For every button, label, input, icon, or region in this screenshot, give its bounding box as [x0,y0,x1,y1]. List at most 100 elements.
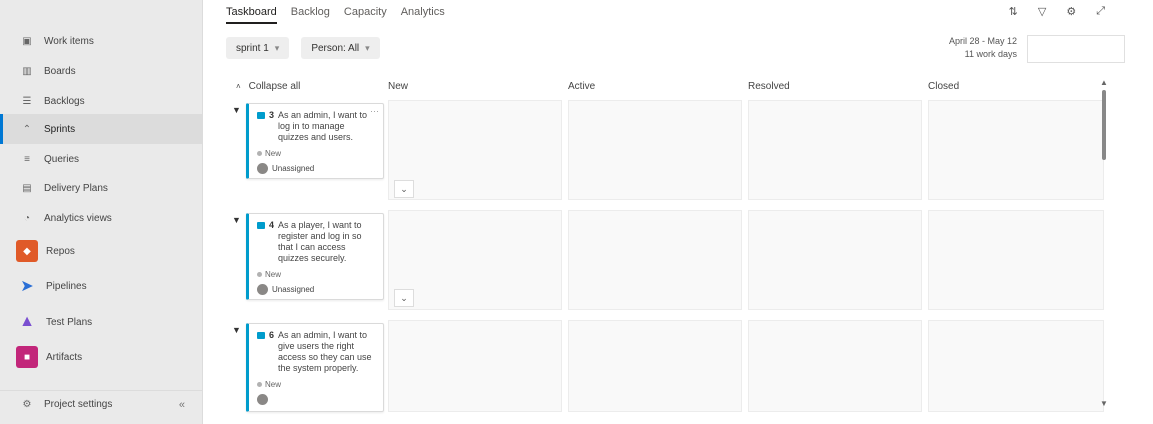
cell-resolved[interactable] [748,210,922,310]
main-content: Taskboard Backlog Capacity Analytics ⇅ ▽… [210,0,1145,418]
avatar [257,394,268,405]
sidebar-item-analytics-views[interactable]: ◔ Analytics views [0,204,203,232]
sidebar-item-artifacts[interactable]: ■ Artifacts [0,342,203,372]
more-icon[interactable]: ··· [370,106,379,116]
person-filter-label: Person: All [311,42,360,54]
sidebar-item-label: Analytics views [44,212,112,224]
gear-icon: ⚙ [22,399,32,410]
scroll-up-icon[interactable]: ▲ [1100,78,1108,87]
board-header: ˄ Collapse all New Active Resolved Close… [226,77,1126,97]
sidebar-item-boards[interactable]: ▥ Boards [0,57,203,85]
column-header-active: Active [568,81,596,92]
sidebar-item-pipelines[interactable]: ➤ Pipelines [0,271,203,301]
sidebar-item-label: Backlogs [44,95,85,107]
sidebar-item-label: Sprints [44,123,76,135]
collapse-all-label: Collapse all [248,81,301,92]
sidebar-item-label: Artifacts [46,351,83,363]
sidebar-item-backlogs[interactable]: ☰ Backlogs [0,87,203,115]
test-plans-icon: ▲ [19,313,35,330]
sidebar-item-label: Project settings [44,399,113,410]
cell-resolved[interactable] [748,320,922,412]
scroll-thumb[interactable] [1102,90,1106,160]
work-item-id: 6 [269,330,275,340]
chevron-down-icon: ▾ [365,42,370,53]
cell-new[interactable] [388,100,562,200]
work-item-state: New [265,149,282,158]
work-item-title: As a player, I want to register and log … [278,220,362,263]
cell-resolved[interactable] [748,100,922,200]
user-story-icon [257,222,265,229]
sidebar-item-overview-partial[interactable] [0,0,203,14]
cell-new[interactable] [388,210,562,310]
work-item-state: New [265,270,282,279]
avatar [257,163,268,174]
row-collapse-toggle[interactable]: ▼ [232,215,241,225]
analytics-views-icon: ◔ [23,212,31,224]
sprint-selector[interactable]: sprint 1 ▾ [226,37,290,59]
work-item-title: As an admin, I want to log in to manage … [278,110,368,142]
column-header-new: New [388,81,409,92]
sidebar-item-queries[interactable]: ≡ Queries [0,145,203,173]
cell-closed[interactable] [928,320,1104,412]
chevron-down-icon: ⌄ [400,292,408,303]
work-item-card[interactable]: 6 As an admin, I want to give users the … [246,323,384,412]
sidebar-item-label: Work items [44,35,94,47]
cell-closed[interactable] [928,210,1104,310]
sidebar-item-work-items[interactable]: ▣ Work items [0,27,203,55]
boards-icon: ▥ [22,65,32,77]
collapse-all-button[interactable]: ˄ Collapse all [236,81,300,92]
chevron-down-icon: ⌄ [400,183,408,194]
row-collapse-toggle[interactable]: ▼ [232,325,241,335]
chevron-left-icon[interactable]: « [179,399,185,411]
sidebar-item-label: Test Plans [46,316,93,328]
cell-new[interactable] [388,320,562,412]
delivery-plans-icon: ▤ [22,182,32,194]
work-item-assignee: Unassigned [272,164,315,173]
cell-active[interactable] [568,320,742,412]
chevron-down-icon: ▾ [274,42,280,53]
cell-active[interactable] [568,100,742,200]
sidebar-item-sprints[interactable]: ⌃ Sprints [0,114,203,144]
sidebar-item-delivery-plans[interactable]: ▤ Delivery Plans [0,174,203,202]
repos-icon: ◆ [16,240,38,262]
sidebar-item-project-settings[interactable]: ⚙ Project settings « [0,390,203,418]
vertical-scrollbar[interactable]: ▲ ▼ [1100,78,1108,408]
queries-icon: ≡ [24,153,30,165]
cell-active[interactable] [568,210,742,310]
sprint-progress-box [1027,35,1125,63]
sidebar-item-test-plans[interactable]: ▲ Test Plans [0,307,203,337]
filter-icon[interactable]: ▽ [1038,5,1046,18]
date-range: April 28 - May 12 [948,36,1017,46]
avatar [257,284,268,295]
tab-taskboard[interactable]: Taskboard [226,6,277,24]
toolbar: ⇅ ▽ ⚙ ⤢ [1009,5,1105,18]
tab-backlog[interactable]: Backlog [291,6,330,24]
cell-closed[interactable] [928,100,1104,200]
fullscreen-icon[interactable]: ⤢ [1096,5,1105,18]
work-item-state: New [265,380,282,389]
sidebar-item-label: Delivery Plans [44,182,108,194]
work-item-id: 4 [269,220,275,230]
backlogs-icon: ☰ [22,95,32,107]
user-story-icon [257,112,265,119]
sidebar-item-repos[interactable]: ◆ Repos [0,236,203,266]
row-collapse-toggle[interactable]: ▼ [232,105,241,115]
state-dot-icon [257,382,262,387]
chevron-up-icon: ˄ [236,82,241,91]
settings-icon[interactable]: ⚙ [1066,5,1076,18]
expand-tasks-button[interactable]: ⌄ [394,289,414,307]
work-item-id: 3 [269,110,275,120]
tab-analytics[interactable]: Analytics [401,6,445,24]
sidebar-item-label: Queries [44,153,80,165]
work-item-card[interactable]: 4 As a player, I want to register and lo… [246,213,384,300]
person-filter[interactable]: Person: All ▾ [301,37,380,59]
column-header-resolved: Resolved [748,81,790,92]
expand-tasks-button[interactable]: ⌄ [394,180,414,198]
filter-bar: sprint 1 ▾ Person: All ▾ [226,37,380,59]
scroll-down-icon[interactable]: ▼ [1100,399,1108,408]
state-dot-icon [257,272,262,277]
tab-capacity[interactable]: Capacity [344,6,387,24]
filter-settings-icon[interactable]: ⇅ [1009,5,1018,18]
sidebar-item-label: Repos [46,245,75,257]
work-item-card[interactable]: ··· 3 As an admin, I want to log in to m… [246,103,384,179]
